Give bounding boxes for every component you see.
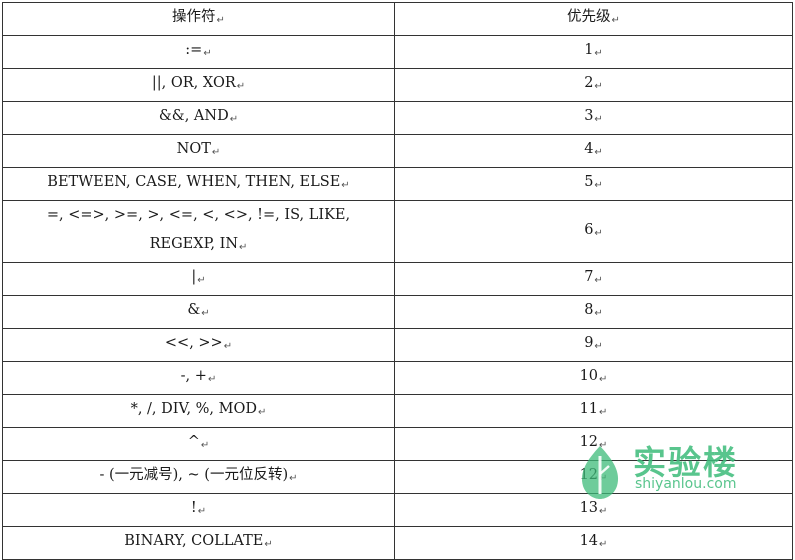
paragraph-mark-icon: ↵ <box>258 407 267 418</box>
paragraph-mark-icon: ↵ <box>239 242 248 253</box>
paragraph-mark-icon: ↵ <box>223 341 233 352</box>
paragraph-mark-icon: ↵ <box>594 341 603 352</box>
paragraph-mark-icon: ↵ <box>594 114 603 125</box>
table-row: BETWEEN, CASE, WHEN, THEN, ELSE↵ 5↵ <box>2 167 793 201</box>
paragraph-mark-icon: ↵ <box>229 114 239 125</box>
paragraph-mark-icon: ↵ <box>599 539 608 550</box>
table-row: <<, >>↵ 9↵ <box>2 328 793 362</box>
operator-cell: - (一元减号), ~ (一元位反转)↵ <box>2 460 395 494</box>
paragraph-mark-icon: ↵ <box>236 81 246 92</box>
operator-line-2: REGEXP, IN <box>149 236 239 252</box>
operator-cell: *, /, DIV, %, MOD↵ <box>2 394 395 428</box>
operator-cell: :=↵ <box>2 35 395 69</box>
paragraph-mark-icon: ↵ <box>341 180 350 191</box>
table-row: :=↵ 1↵ <box>2 35 793 69</box>
operator-priority-table: 操作符↵ 优先级↵ :=↵ 1↵ ||, OR, XOR↵ 2↵ &&, AND… <box>2 2 793 560</box>
table-row: - (一元减号), ~ (一元位反转)↵ 12↵ <box>2 460 793 494</box>
priority-cell: 1↵ <box>394 35 793 69</box>
priority-cell: 9↵ <box>394 328 793 362</box>
header-priority: 优先级↵ <box>394 2 793 36</box>
paragraph-mark-icon: ↵ <box>599 374 608 385</box>
paragraph-mark-icon: ↵ <box>599 506 608 517</box>
table-row: !↵ 13↵ <box>2 493 793 527</box>
paragraph-mark-icon: ↵ <box>200 440 210 451</box>
paragraph-mark-icon: ↵ <box>201 308 210 319</box>
operator-cell: -, +↵ <box>2 361 395 395</box>
paragraph-mark-icon: ↵ <box>599 440 608 451</box>
table-row: NOT↵ 4↵ <box>2 134 793 168</box>
operator-cell: !↵ <box>2 493 395 527</box>
table-row: &&, AND↵ 3↵ <box>2 101 793 135</box>
priority-cell: 4↵ <box>394 134 793 168</box>
paragraph-mark-icon: ↵ <box>203 48 212 59</box>
table-row: &↵ 8↵ <box>2 295 793 329</box>
table-row: *, /, DIV, %, MOD↵ 11↵ <box>2 394 793 428</box>
operator-cell: NOT↵ <box>2 134 395 168</box>
priority-cell: 11↵ <box>394 394 793 428</box>
table-header-row: 操作符↵ 优先级↵ <box>2 2 793 36</box>
paragraph-mark-icon: ↵ <box>197 506 207 517</box>
priority-cell: 12↵ <box>394 427 793 461</box>
priority-cell: 2↵ <box>394 68 793 102</box>
paragraph-mark-icon: ↵ <box>207 374 217 385</box>
priority-cell: 6↵ <box>394 200 793 263</box>
priority-cell: 3↵ <box>394 101 793 135</box>
paragraph-mark-icon: ↵ <box>211 147 221 158</box>
paragraph-mark-icon: ↵ <box>264 539 273 550</box>
priority-cell: 7↵ <box>394 262 793 296</box>
table-row: -, +↵ 10↵ <box>2 361 793 395</box>
operator-cell: ^↵ <box>2 427 395 461</box>
paragraph-mark-icon: ↵ <box>594 227 603 239</box>
paragraph-mark-icon: ↵ <box>289 473 298 484</box>
paragraph-mark-icon: ↵ <box>599 407 608 418</box>
paragraph-mark-icon: ↵ <box>594 180 603 191</box>
paragraph-mark-icon: ↵ <box>216 15 225 26</box>
paragraph-mark-icon: ↵ <box>611 15 620 26</box>
table-row: |↵ 7↵ <box>2 262 793 296</box>
paragraph-mark-icon: ↵ <box>594 48 603 59</box>
operator-cell: |↵ <box>2 262 395 296</box>
operator-cell: BINARY, COLLATE↵ <box>2 526 395 560</box>
operator-cell: <<, >>↵ <box>2 328 395 362</box>
operator-line-1: =, <=>, >=, >, <=, <, <>, !=, IS, LIKE, <box>46 207 351 223</box>
paragraph-mark-icon: ↵ <box>599 473 608 484</box>
operator-cell: &↵ <box>2 295 395 329</box>
priority-cell: 5↵ <box>394 167 793 201</box>
priority-cell: 10↵ <box>394 361 793 395</box>
table-row: ^↵ 12↵ <box>2 427 793 461</box>
operator-cell: ||, OR, XOR↵ <box>2 68 395 102</box>
operator-cell: &&, AND↵ <box>2 101 395 135</box>
priority-cell: 14↵ <box>394 526 793 560</box>
operator-cell: =, <=>, >=, >, <=, <, <>, !=, IS, LIKE, R… <box>2 200 395 263</box>
paragraph-mark-icon: ↵ <box>197 275 206 286</box>
priority-cell: 13↵ <box>394 493 793 527</box>
paragraph-mark-icon: ↵ <box>594 81 603 92</box>
priority-cell: 8↵ <box>394 295 793 329</box>
priority-cell: 12↵ <box>394 460 793 494</box>
header-operator: 操作符↵ <box>2 2 395 36</box>
table-row: =, <=>, >=, >, <=, <, <>, !=, IS, LIKE, R… <box>2 200 793 263</box>
paragraph-mark-icon: ↵ <box>594 275 603 286</box>
operator-cell: BETWEEN, CASE, WHEN, THEN, ELSE↵ <box>2 167 395 201</box>
paragraph-mark-icon: ↵ <box>594 308 603 319</box>
table-row: ||, OR, XOR↵ 2↵ <box>2 68 793 102</box>
table-row: BINARY, COLLATE↵ 14↵ <box>2 526 793 560</box>
paragraph-mark-icon: ↵ <box>594 147 603 158</box>
